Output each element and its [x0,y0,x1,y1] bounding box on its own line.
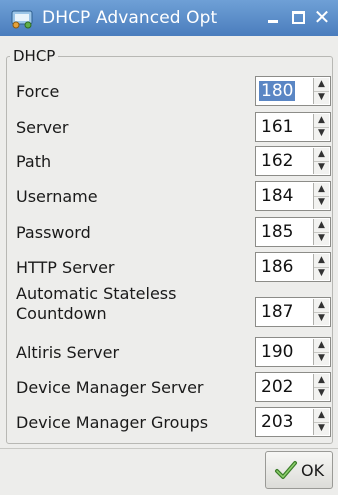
option-value[interactable]: 203 [259,412,295,432]
ok-label: OK [301,461,325,480]
triangle-down-icon[interactable]: ▼ [314,267,329,280]
triangle-up-icon[interactable]: ▲ [314,78,329,92]
triangle-down-icon[interactable]: ▼ [314,127,329,140]
triangle-up-icon[interactable]: ▲ [314,219,329,233]
option-spinbox[interactable]: 203 ▲ ▼ [255,407,331,437]
spin-buttons: ▲ ▼ [313,409,329,435]
spin-buttons: ▲ ▼ [313,183,329,209]
option-value[interactable]: 187 [259,302,295,322]
triangle-down-icon[interactable]: ▼ [314,161,329,174]
window-title: DHCP Advanced Opt [42,8,218,28]
spin-buttons: ▲ ▼ [313,254,329,280]
title-bar[interactable]: DHCP Advanced Opt ✕ [0,0,338,36]
triangle-down-icon[interactable]: ▼ [314,312,329,325]
option-label: Device Manager Groups [16,413,209,432]
option-value[interactable]: 185 [259,222,295,242]
option-spinbox[interactable]: 186 ▲ ▼ [255,252,331,282]
option-spinbox[interactable]: 180 ▲ ▼ [255,76,331,106]
spin-buttons: ▲ ▼ [313,299,329,325]
option-label: Server [16,118,69,137]
option-label: Username [16,187,98,206]
option-label: Force [16,82,60,101]
option-spinbox[interactable]: 184 ▲ ▼ [255,181,331,211]
group-title: DHCP [10,47,59,65]
triangle-up-icon[interactable]: ▲ [314,183,329,197]
option-value[interactable]: 184 [259,186,295,206]
spin-buttons: ▲ ▼ [313,339,329,365]
option-label: HTTP Server [16,258,115,277]
option-spinbox[interactable]: 185 ▲ ▼ [255,217,331,247]
option-value[interactable]: 190 [259,342,295,362]
triangle-up-icon[interactable]: ▲ [314,409,329,423]
dhcp-advanced-options-window: DHCP Advanced Opt ✕ DHCP Force 180 ▲ ▼ Serve… [0,0,338,495]
spin-buttons: ▲ ▼ [313,148,329,174]
triangle-up-icon[interactable]: ▲ [314,299,329,313]
option-value[interactable]: 180 [259,81,296,101]
network-settings-icon [11,10,33,29]
maximize-icon[interactable] [287,6,309,28]
option-label: Altiris Server [16,343,120,362]
footer-divider [0,448,338,449]
option-label: Device Manager Server [16,378,204,397]
triangle-down-icon[interactable]: ▼ [314,196,329,209]
triangle-down-icon[interactable]: ▼ [314,387,329,400]
triangle-up-icon[interactable]: ▲ [314,374,329,388]
option-label: Automatic Stateless [16,284,177,303]
option-spinbox[interactable]: 161 ▲ ▼ [255,112,331,142]
spin-buttons: ▲ ▼ [313,374,329,400]
triangle-down-icon[interactable]: ▼ [314,91,329,104]
option-value[interactable]: 161 [259,117,295,137]
triangle-down-icon[interactable]: ▼ [314,352,329,365]
option-spinbox[interactable]: 162 ▲ ▼ [255,146,331,176]
option-label: Path [16,152,52,171]
spin-buttons: ▲ ▼ [313,219,329,245]
option-label: Countdown [16,304,107,323]
ok-button[interactable]: OK [265,451,333,489]
spin-buttons: ▲ ▼ [313,78,329,104]
option-value[interactable]: 162 [259,151,295,171]
option-spinbox[interactable]: 202 ▲ ▼ [255,372,331,402]
check-arrow-icon [275,461,297,479]
spin-buttons: ▲ ▼ [313,114,329,140]
option-spinbox[interactable]: 190 ▲ ▼ [255,337,331,367]
triangle-up-icon[interactable]: ▲ [314,114,329,128]
option-value[interactable]: 202 [259,377,295,397]
triangle-up-icon[interactable]: ▲ [314,339,329,353]
close-icon[interactable]: ✕ [311,6,333,28]
triangle-down-icon[interactable]: ▼ [314,232,329,245]
minimize-icon[interactable] [262,6,284,28]
option-spinbox[interactable]: 187 ▲ ▼ [255,297,331,327]
triangle-up-icon[interactable]: ▲ [314,148,329,162]
triangle-down-icon[interactable]: ▼ [314,422,329,435]
option-value[interactable]: 186 [259,257,295,277]
triangle-up-icon[interactable]: ▲ [314,254,329,268]
option-label: Password [16,223,91,242]
